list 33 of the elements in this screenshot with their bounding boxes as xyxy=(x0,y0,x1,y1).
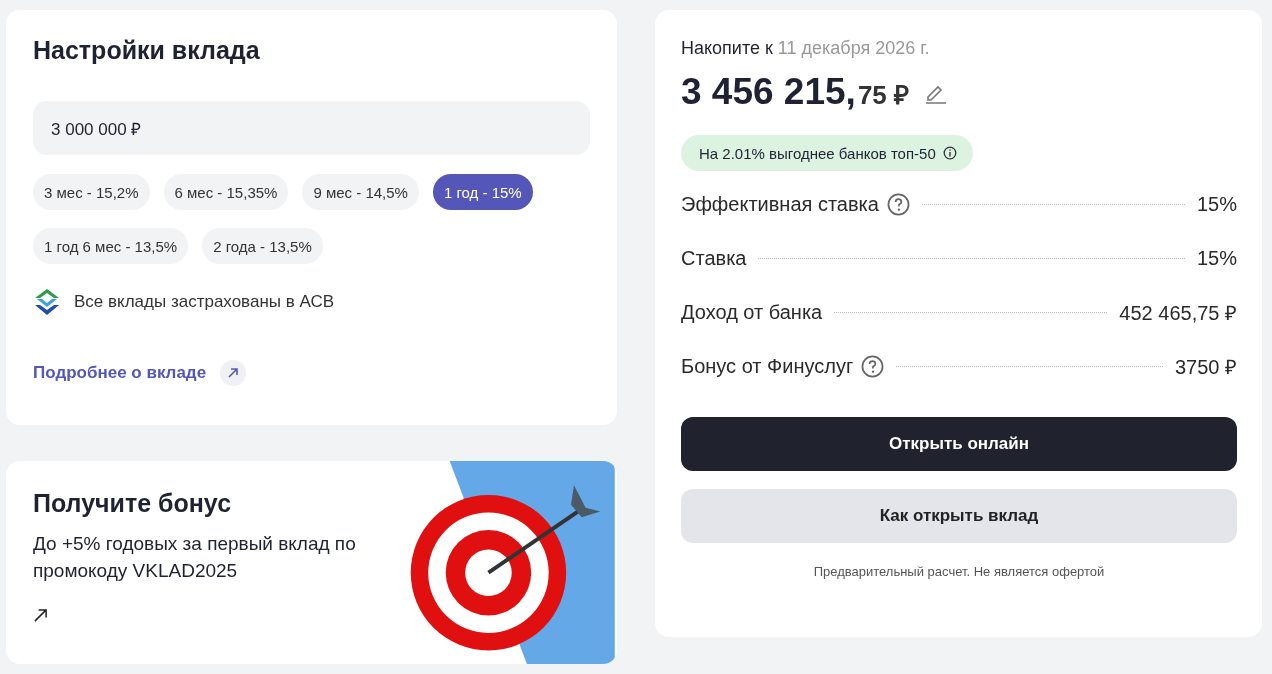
term-chip[interactable]: 3 мес - 15,2% xyxy=(33,174,150,210)
term-chip[interactable]: 1 год 6 мес - 13,5% xyxy=(33,228,189,264)
row-label: Бонус от Финуслуг xyxy=(681,355,854,378)
maturity-date: 11 декабря 2026 г. xyxy=(777,38,930,58)
total-amount-fraction: 75 ₽ xyxy=(857,79,910,112)
open-online-button[interactable]: Открыть онлайн xyxy=(681,417,1237,471)
row-label: Эффективная ставка xyxy=(681,193,879,216)
term-chip[interactable]: 6 мес - 15,35% xyxy=(163,174,289,210)
term-chip[interactable]: 2 года - 13,5% xyxy=(202,228,323,264)
bonus-text: До +5% годовых за первый вклад по промокоду VKLAD2025 xyxy=(33,532,357,584)
info-icon[interactable] xyxy=(942,146,957,160)
row-value: 3750 ₽ xyxy=(1174,355,1237,380)
arrow-icon[interactable] xyxy=(33,608,48,624)
row-value: 15% xyxy=(1196,193,1237,216)
accumulate-label: Накопите к xyxy=(681,38,773,58)
amount-field[interactable]: 3 000 000 ₽ xyxy=(33,101,590,155)
help-icon[interactable] xyxy=(861,355,885,378)
term-chip[interactable]: 1 год - 15% xyxy=(432,174,533,210)
how-to-open-button[interactable]: Как открыть вклад xyxy=(681,489,1237,543)
total-amount: 3 456 215, xyxy=(681,71,856,113)
row-value: 452 465,75 ₽ xyxy=(1119,301,1237,326)
insurance-logo-icon xyxy=(33,288,61,316)
row-value: 15% xyxy=(1196,247,1237,270)
more-link[interactable]: Подробнее о вкладе xyxy=(33,363,207,383)
disclaimer-text: Предварительный расчет. Не является офертой xyxy=(812,564,1106,579)
help-icon[interactable] xyxy=(886,193,910,216)
row-label: Доход от банка xyxy=(681,301,823,324)
row-label: Ставка xyxy=(681,247,747,270)
comparison-text: На 2.01% выгоднее банков топ-50 xyxy=(699,144,936,162)
insurance-text: Все вклады застрахованы в АСВ xyxy=(74,292,335,312)
card-title: Настройки вклада xyxy=(33,36,261,65)
bonus-title: Получите бонус xyxy=(33,489,233,519)
term-chip[interactable]: 9 мес - 14,5% xyxy=(302,174,419,210)
